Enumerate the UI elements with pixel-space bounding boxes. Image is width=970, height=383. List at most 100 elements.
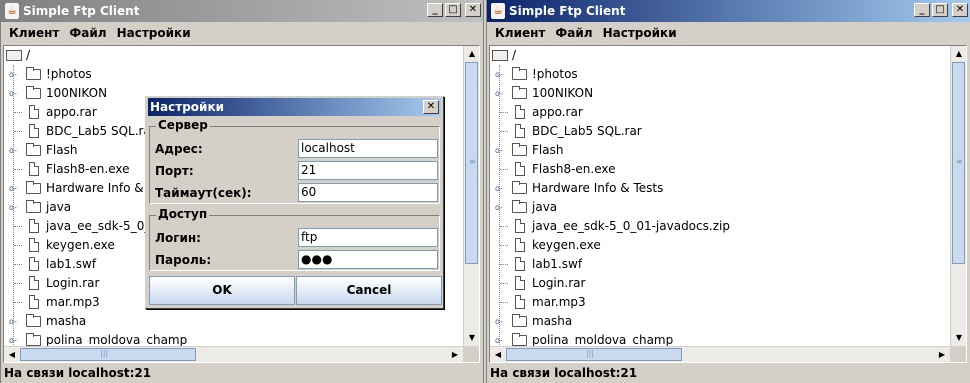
menu-bar: Клиент Файл Настройки xyxy=(487,22,970,44)
scroll-down-arrow-icon[interactable]: ▼ xyxy=(951,330,966,346)
tree-file-item[interactable]: Login.rar xyxy=(490,274,950,293)
tree-file-item[interactable]: lab1.swf xyxy=(490,255,950,274)
expand-toggle-icon[interactable]: o- xyxy=(9,337,17,345)
login-field[interactable]: ftp xyxy=(298,228,438,247)
tree-file-item[interactable]: BDC_Lab5 SQL.rar xyxy=(490,122,950,141)
tree-item-label: Hardware Info & Tests xyxy=(532,181,664,195)
tree-file-item[interactable]: java_ee_sdk-5_0_01-javadocs.zip xyxy=(490,217,950,236)
tree-item-label: masha xyxy=(46,314,87,328)
close-button[interactable]: ✕ xyxy=(952,3,968,17)
ok-button[interactable]: OK xyxy=(149,276,295,305)
horizontal-scrollbar[interactable]: ◀ ||| ▶ xyxy=(490,346,950,362)
tree-folder-item[interactable]: o- Hardware Info & Tests xyxy=(490,179,950,198)
menu-settings[interactable]: Настройки xyxy=(112,26,196,40)
expand-toggle-icon[interactable]: o- xyxy=(9,204,17,212)
tree-item-label: appo.rar xyxy=(532,105,583,119)
tree-folder-item[interactable]: o-polina_moldova_champ xyxy=(490,331,950,346)
tree-file-item[interactable]: keygen.exe xyxy=(490,236,950,255)
minimize-button[interactable]: _ xyxy=(914,3,930,17)
tree-item-label: 100NIKON xyxy=(532,86,594,100)
expand-toggle-icon[interactable]: o- xyxy=(9,185,17,193)
port-field[interactable]: 21 xyxy=(298,161,438,180)
tree-item-label: polina_moldova_champ xyxy=(46,333,188,346)
expand-toggle-icon[interactable]: o- xyxy=(495,204,503,212)
dialog-close-button[interactable]: ✕ xyxy=(423,100,439,114)
tree-folder-item[interactable]: o- 100NIKON xyxy=(490,84,950,103)
scroll-up-arrow-icon[interactable]: ▲ xyxy=(951,46,966,62)
maximize-button[interactable]: □ xyxy=(932,3,948,17)
vertical-scrollbar[interactable]: ▲ ≡ ▼ xyxy=(463,46,479,346)
scroll-left-arrow-icon[interactable]: ◀ xyxy=(490,347,506,362)
file-icon xyxy=(29,162,39,176)
vertical-scrollbar[interactable]: ▲ ≡ ▼ xyxy=(950,46,966,346)
expand-toggle-icon[interactable]: o- xyxy=(9,147,17,155)
tree-folder-item[interactable]: o-polina_moldova_champ xyxy=(4,331,463,346)
access-group-title: Доступ xyxy=(156,207,210,221)
tree-root-label: / xyxy=(512,48,517,62)
scroll-left-arrow-icon[interactable]: ◀ xyxy=(4,347,20,362)
address-field[interactable]: localhost xyxy=(298,139,438,158)
menu-bar: Клиент Файл Настройки xyxy=(1,22,483,44)
menu-client[interactable]: Клиент xyxy=(490,26,550,40)
expand-toggle-icon[interactable]: o- xyxy=(495,71,503,79)
horizontal-scrollbar[interactable]: ◀ ||| ▶ xyxy=(4,346,463,362)
tree-file-item[interactable]: mar.mp3 xyxy=(490,293,950,312)
tree-folder-item[interactable]: o-java xyxy=(490,198,950,217)
java-app-icon: ☕ xyxy=(491,3,505,19)
expand-toggle-icon[interactable]: o- xyxy=(495,337,503,345)
expand-toggle-icon[interactable]: o- xyxy=(495,90,503,98)
window-title: Simple Ftp Client xyxy=(509,4,626,18)
maximize-button[interactable]: □ xyxy=(445,3,461,17)
folder-icon xyxy=(512,181,527,194)
file-icon xyxy=(29,257,39,271)
expand-toggle-icon[interactable]: o- xyxy=(9,71,17,79)
scroll-down-arrow-icon[interactable]: ▼ xyxy=(464,330,479,346)
tree-root[interactable]: / xyxy=(4,46,463,65)
tree-item-label: Login.rar xyxy=(46,276,100,290)
java-app-icon: ☕ xyxy=(5,3,19,19)
expand-toggle-icon[interactable]: o- xyxy=(495,185,503,193)
scroll-right-arrow-icon[interactable]: ▶ xyxy=(934,347,950,362)
minimize-button[interactable]: _ xyxy=(427,3,443,17)
tree-item-label: keygen.exe xyxy=(46,238,115,252)
file-icon xyxy=(515,257,525,271)
password-field[interactable]: ●●● xyxy=(298,250,438,269)
menu-file[interactable]: Файл xyxy=(550,26,597,40)
timeout-field[interactable]: 60 xyxy=(298,183,438,202)
dialog-title-bar[interactable]: Настройки ✕ xyxy=(148,98,441,116)
cancel-button[interactable]: Cancel xyxy=(296,276,442,305)
file-icon xyxy=(515,276,525,290)
tree-root[interactable]: / xyxy=(490,46,950,65)
folder-icon xyxy=(26,86,41,99)
connection-status: На связи localhost:21 xyxy=(4,366,152,380)
tree-folder-item[interactable]: o- !photos xyxy=(4,65,463,84)
scroll-up-arrow-icon[interactable]: ▲ xyxy=(464,46,479,62)
tree-item-label: java xyxy=(532,200,558,214)
tree-item-label: !photos xyxy=(46,67,92,81)
tree-folder-item[interactable]: o-masha xyxy=(490,312,950,331)
menu-client[interactable]: Клиент xyxy=(4,26,64,40)
file-icon xyxy=(29,105,39,119)
tree-item-label: mar.mp3 xyxy=(532,295,586,309)
menu-settings[interactable]: Настройки xyxy=(598,26,682,40)
scroll-right-arrow-icon[interactable]: ▶ xyxy=(447,347,463,362)
expand-toggle-icon[interactable]: o- xyxy=(495,318,503,326)
tree-folder-item[interactable]: o- !photos xyxy=(490,65,950,84)
root-folder-icon xyxy=(6,50,22,61)
expand-toggle-icon[interactable]: o- xyxy=(9,318,17,326)
folder-icon xyxy=(512,86,527,99)
close-button[interactable]: ✕ xyxy=(465,3,481,17)
tree-item-label: appo.rar xyxy=(46,105,97,119)
tree-item-label: java_ee_sdk-5_0_01-javadocs.zip xyxy=(532,219,730,233)
file-tree-panel: / o- !photos o- 100NIKON appo.rar BDC_Lab5 SQ… xyxy=(489,45,967,363)
tree-item-label: Login.rar xyxy=(532,276,586,290)
tree-file-item[interactable]: Flash8-en.exe xyxy=(490,160,950,179)
expand-toggle-icon[interactable]: o- xyxy=(9,90,17,98)
tree-folder-item[interactable]: o- Flash xyxy=(490,141,950,160)
title-bar[interactable]: ☕ Simple Ftp Client _ □ ✕ xyxy=(487,0,970,22)
title-bar[interactable]: ☕ Simple Ftp Client _ □ ✕ xyxy=(1,0,483,22)
tree-file-item[interactable]: appo.rar xyxy=(490,103,950,122)
tree-folder-item[interactable]: o-masha xyxy=(4,312,463,331)
menu-file[interactable]: Файл xyxy=(64,26,111,40)
expand-toggle-icon[interactable]: o- xyxy=(495,147,503,155)
